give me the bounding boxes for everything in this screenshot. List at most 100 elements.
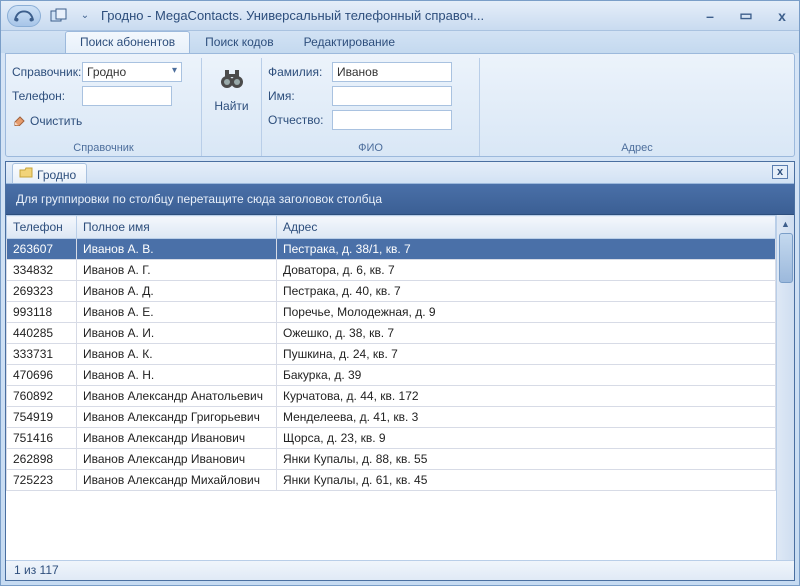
maximize-button[interactable]: ▭ [735,7,757,25]
cell-name: Иванов Александр Иванович [77,428,277,449]
cell-addr: Поречье, Молодежная, д. 9 [277,302,776,323]
table-row[interactable]: 263607Иванов А. В.Пестрака, д. 38/1, кв.… [7,239,776,260]
table-row[interactable]: 751416Иванов Александр ИвановичЩорса, д.… [7,428,776,449]
table-row[interactable]: 262898Иванов Александр ИвановичЯнки Купа… [7,449,776,470]
cell-name: Иванов А. И. [77,323,277,344]
surname-input[interactable]: Иванов [332,62,452,82]
cell-name: Иванов А. К. [77,344,277,365]
app-window: ⌄ Гродно - MegaContacts. Универсальный т… [0,0,800,586]
cell-phone: 263607 [7,239,77,260]
workspace: Гродно x Для группировки по столбцу пере… [5,161,795,581]
cell-addr: Бакурка, д. 39 [277,365,776,386]
table-row[interactable]: 470696Иванов А. Н.Бакурка, д. 39 [7,365,776,386]
name-label: Имя: [268,89,332,103]
folder-icon [19,167,33,182]
table-row[interactable]: 725223Иванов Александр МихайловичЯнки Ку… [7,470,776,491]
table-row[interactable]: 754919Иванов Александр ГригорьевичМендел… [7,407,776,428]
window-title: Гродно - MegaContacts. Универсальный тел… [101,8,691,23]
cell-phone: 440285 [7,323,77,344]
clear-button[interactable]: Очистить [12,112,195,129]
binoculars-icon [219,66,245,95]
cell-phone: 269323 [7,281,77,302]
find-label: Найти [214,99,248,113]
table-row[interactable]: 334832Иванов А. Г.Доватора, д. 6, кв. 7 [7,260,776,281]
vertical-scrollbar[interactable]: ▲ [776,215,794,560]
ribbon-toggle-icon[interactable]: ⌄ [79,7,91,25]
col-header-name[interactable]: Полное имя [77,216,277,239]
cell-addr: Менделеева, д. 41, кв. 3 [277,407,776,428]
document-tab-bar: Гродно x [6,162,794,184]
tab-search-codes[interactable]: Поиск кодов [190,31,288,53]
directory-combo[interactable]: Гродно [82,62,182,82]
scroll-thumb[interactable] [779,233,793,283]
cell-addr: Щорса, д. 23, кв. 9 [277,428,776,449]
cell-addr: Янки Купалы, д. 88, кв. 55 [277,449,776,470]
ribbon-tabs: Поиск абонентов Поиск кодов Редактирован… [1,31,799,53]
group-fullname: Фамилия: Иванов Имя: Отчество: ФИО [262,58,480,156]
group-by-panel[interactable]: Для группировки по столбцу перетащите сю… [6,184,794,215]
close-button[interactable]: x [771,7,793,25]
document-tab[interactable]: Гродно [12,163,87,183]
cell-name: Иванов Александр Иванович [77,449,277,470]
document-close-button[interactable]: x [772,165,788,179]
directory-label: Справочник: [12,65,82,79]
cell-phone: 754919 [7,407,77,428]
table-row[interactable]: 333731Иванов А. К.Пушкина, д. 24, кв. 7 [7,344,776,365]
surname-label: Фамилия: [268,65,332,79]
table-row[interactable]: 440285Иванов А. И.Ожешко, д. 38, кв. 7 [7,323,776,344]
cell-addr: Янки Купалы, д. 61, кв. 45 [277,470,776,491]
cell-phone: 470696 [7,365,77,386]
group-address-label: Адрес [480,142,794,154]
cell-name: Иванов Александр Григорьевич [77,407,277,428]
cell-addr: Пушкина, д. 24, кв. 7 [277,344,776,365]
group-fullname-label: ФИО [262,142,479,154]
cell-phone: 751416 [7,428,77,449]
patronymic-label: Отчество: [268,113,332,127]
cell-name: Иванов А. Е. [77,302,277,323]
cell-name: Иванов Александр Анатольевич [77,386,277,407]
col-header-phone[interactable]: Телефон [7,216,77,239]
title-bar: ⌄ Гродно - MegaContacts. Универсальный т… [1,1,799,31]
name-input[interactable] [332,86,452,106]
phone-input[interactable] [82,86,172,106]
scroll-up-icon[interactable]: ▲ [779,217,793,231]
table-row[interactable]: 760892Иванов Александр АнатольевичКурчат… [7,386,776,407]
ribbon: Справочник: Гродно Телефон: Очистить Спр… [5,53,795,157]
group-directory: Справочник: Гродно Телефон: Очистить Спр… [6,58,202,156]
cell-addr: Ожешко, д. 38, кв. 7 [277,323,776,344]
cell-name: Иванов А. Д. [77,281,277,302]
col-header-address[interactable]: Адрес [277,216,776,239]
cell-phone: 333731 [7,344,77,365]
group-directory-label: Справочник [6,142,201,154]
cell-name: Иванов А. Г. [77,260,277,281]
cell-addr: Курчатова, д. 44, кв. 172 [277,386,776,407]
table-container: Телефон Полное имя Адрес 263607Иванов А.… [6,215,794,560]
cell-phone: 334832 [7,260,77,281]
patronymic-input[interactable] [332,110,452,130]
cell-phone: 725223 [7,470,77,491]
group-address: Адрес [480,58,794,156]
cell-name: Иванов Александр Михайлович [77,470,277,491]
find-button[interactable]: Найти [208,60,256,113]
status-bar: 1 из 117 [6,560,794,580]
group-find: Найти [202,58,262,156]
table-row[interactable]: 993118Иванов А. Е.Поречье, Молодежная, д… [7,302,776,323]
table-row[interactable]: 269323Иванов А. Д.Пестрака, д. 40, кв. 7 [7,281,776,302]
tab-editing[interactable]: Редактирование [289,31,410,53]
cell-name: Иванов А. Н. [77,365,277,386]
qat-icon[interactable] [49,7,69,25]
cell-phone: 760892 [7,386,77,407]
cell-addr: Пестрака, д. 38/1, кв. 7 [277,239,776,260]
eraser-icon [12,112,26,129]
app-logo [7,5,41,27]
minimize-button[interactable]: – [699,7,721,25]
cell-phone: 993118 [7,302,77,323]
clear-label: Очистить [30,114,82,128]
tab-search-subscribers[interactable]: Поиск абонентов [65,31,190,53]
cell-name: Иванов А. В. [77,239,277,260]
document-tab-label: Гродно [37,168,76,182]
cell-phone: 262898 [7,449,77,470]
cell-addr: Пестрака, д. 40, кв. 7 [277,281,776,302]
phone-label: Телефон: [12,89,82,103]
results-table: Телефон Полное имя Адрес 263607Иванов А.… [6,215,776,491]
